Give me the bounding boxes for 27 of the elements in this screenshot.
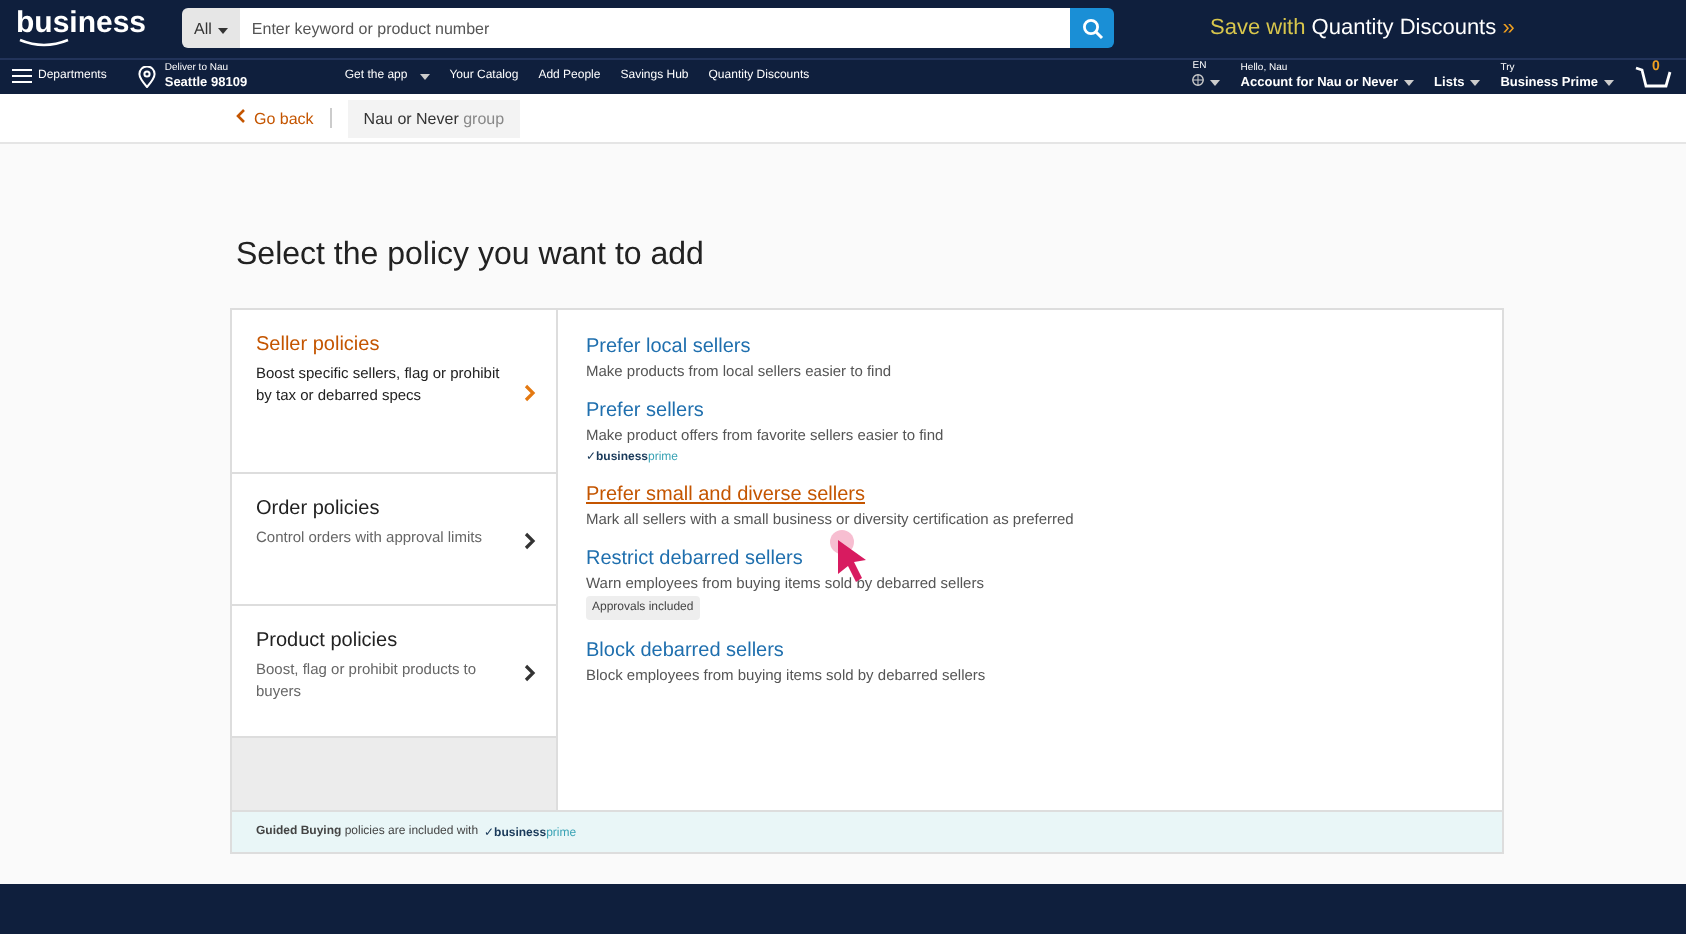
chevron-icon [524,531,536,550]
search-button[interactable] [1070,8,1115,49]
chevron-icon [524,663,536,682]
policy-link[interactable]: Prefer local sellers [586,336,751,359]
caret-icon [1210,80,1221,87]
location-pin-icon [138,65,157,88]
globe-icon [1192,74,1205,87]
policy-link[interactable]: Prefer sellers [586,400,704,423]
policy-link[interactable]: Block debarred sellers [586,640,784,663]
caret-icon [1604,80,1614,87]
group-name-chip: Nau or Never group [347,99,521,138]
back-chevron-icon [236,108,246,125]
caret-icon [217,27,228,34]
search-field[interactable]: Enter keyword or product number [239,8,1071,49]
search-scope-dropdown[interactable]: All [182,8,240,49]
business-logo[interactable]: business [16,9,147,48]
caret-icon [1404,80,1415,87]
menu-icon [12,68,32,85]
search-icon [1081,17,1104,40]
page-title: Select the policy you want to add [236,238,706,275]
chevron-icon [524,383,536,402]
caret-icon [1470,80,1481,87]
policy-link[interactable]: Restrict debarred sellers [586,548,803,571]
cart-icon [1634,62,1674,91]
go-back-link[interactable]: Go back [236,108,314,129]
quantity-discounts-promo[interactable]: Save with Quantity Discounts » [1210,16,1515,41]
policy-link[interactable]: Prefer small and diverse sellers [586,484,865,507]
